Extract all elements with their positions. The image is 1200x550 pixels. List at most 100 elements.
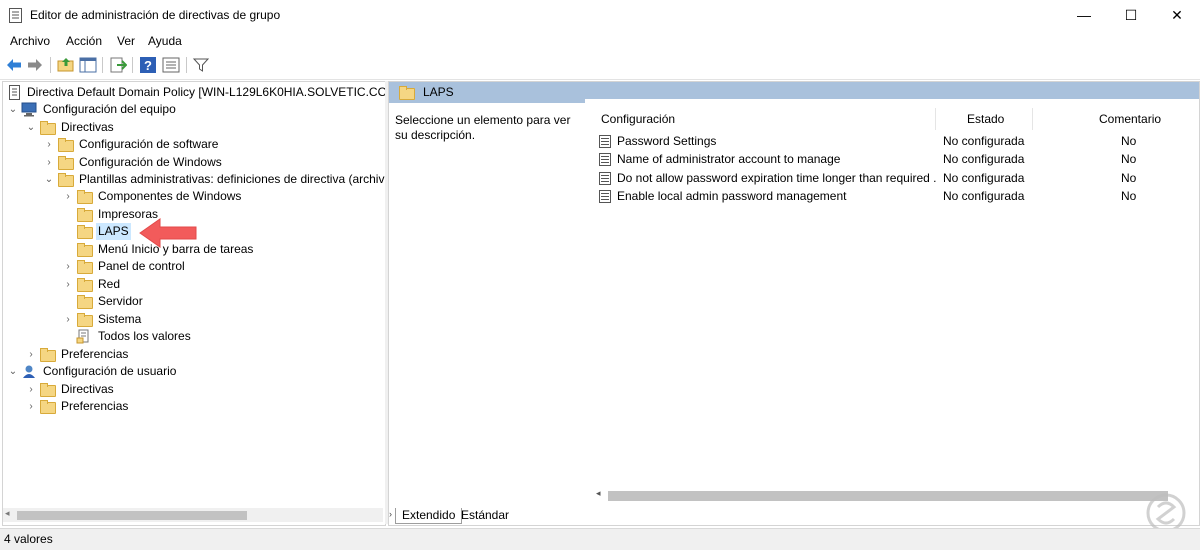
folder-icon (76, 312, 93, 327)
tree-node-label: Directiva Default Domain Policy [WIN-L12… (27, 85, 386, 99)
all-settings-icon (76, 329, 89, 344)
column-header-comment[interactable]: Comentario (1099, 112, 1161, 126)
tree-node-label: Preferencias (61, 347, 129, 361)
scroll-left-icon[interactable]: ◂ (596, 488, 601, 499)
tree-horizontal-scrollbar[interactable]: ◂ (3, 508, 383, 522)
tab-scroll-icon[interactable]: › (389, 509, 392, 519)
column-header-state[interactable]: Estado (967, 112, 1004, 126)
tree-node-software-config[interactable]: › Configuración de software (43, 136, 383, 153)
chevron-down-icon[interactable]: ⌄ (7, 363, 19, 380)
tree-node-user-config[interactable]: ⌄ Configuración de usuario (7, 363, 383, 380)
folder-icon (39, 347, 56, 362)
help-icon[interactable]: ? (139, 56, 157, 74)
setting-row[interactable]: Do not allow password expiration time lo… (599, 169, 1189, 188)
tree-node-policies[interactable]: ⌄ Directivas (25, 119, 383, 136)
scroll-left-icon[interactable]: ◂ (5, 508, 10, 519)
maximize-button[interactable]: ☐ (1108, 0, 1154, 31)
folder-icon (76, 259, 93, 274)
chevron-right-icon[interactable]: › (25, 398, 37, 415)
folder-icon (76, 242, 93, 257)
setting-row[interactable]: Enable local admin password management N… (599, 187, 1189, 206)
toolbar-separator (50, 57, 51, 73)
chevron-right-icon[interactable]: › (43, 154, 55, 171)
tree-node-system[interactable]: › Sistema (62, 311, 383, 328)
menu-ayuda[interactable]: Ayuda (148, 34, 182, 48)
menu-ver[interactable]: Ver (117, 34, 135, 48)
tree-node-laps[interactable]: LAPS (62, 223, 383, 240)
svg-text:?: ? (144, 58, 152, 73)
user-icon (23, 365, 35, 378)
setting-comment: No (1121, 152, 1137, 166)
tree-node-server[interactable]: Servidor (62, 293, 383, 310)
column-divider[interactable] (1032, 108, 1033, 130)
tree-node-label: Directivas (61, 120, 114, 134)
chevron-down-icon[interactable]: ⌄ (7, 101, 19, 118)
tree-node-label: Componentes de Windows (98, 189, 242, 203)
folder-icon (39, 382, 56, 397)
chevron-down-icon[interactable]: ⌄ (43, 171, 55, 188)
setting-state: No configurada (943, 189, 1025, 203)
menu-accion[interactable]: Acción (66, 34, 102, 48)
tab-standard[interactable]: Estándar (455, 508, 515, 523)
policy-document-icon (9, 85, 20, 100)
tree-node-label: Panel de control (98, 259, 185, 273)
setting-row[interactable]: Name of administrator account to manage … (599, 150, 1189, 169)
chevron-down-icon[interactable]: ⌄ (25, 119, 37, 136)
tree-node-admin-templates[interactable]: ⌄ Plantillas administrativas: definicion… (43, 171, 385, 188)
column-divider[interactable] (935, 108, 936, 130)
setting-state: No configurada (943, 152, 1025, 166)
folder-icon (39, 120, 56, 135)
policy-setting-icon (599, 172, 611, 185)
filter-icon[interactable] (192, 56, 210, 74)
tree-node-preferences[interactable]: › Preferencias (25, 346, 383, 363)
tree-node-user-preferences[interactable]: › Preferencias (25, 398, 383, 415)
tree-node-windows-config[interactable]: › Configuración de Windows (43, 154, 383, 171)
chevron-right-icon[interactable]: › (62, 188, 74, 205)
tree-node-label: Red (98, 277, 121, 291)
toolbar-separator (132, 57, 133, 73)
folder-icon (39, 399, 56, 414)
forward-icon[interactable] (26, 56, 44, 74)
tree-node-network[interactable]: › Red (62, 276, 383, 293)
policy-setting-icon (599, 190, 611, 203)
folder-icon (76, 294, 93, 309)
close-button[interactable]: ✕ (1154, 0, 1200, 31)
tree-node-root[interactable]: Directiva Default Domain Policy [WIN-L12… (5, 84, 386, 101)
tree-node-label: Configuración de usuario (43, 364, 177, 378)
chevron-right-icon[interactable]: › (62, 311, 74, 328)
chevron-right-icon[interactable]: › (62, 258, 74, 275)
minimize-button[interactable]: — (1061, 0, 1107, 31)
view-tabs: › Extendido Estándar (389, 506, 1199, 524)
back-icon[interactable] (5, 56, 23, 74)
scrollbar-thumb[interactable] (608, 491, 1168, 501)
tree-node-label: Servidor (98, 294, 143, 308)
details-horizontal-scrollbar[interactable]: ◂ (594, 488, 1196, 502)
scrollbar-thumb[interactable] (17, 511, 247, 520)
tab-extended[interactable]: Extendido (395, 508, 463, 524)
setting-comment: No (1121, 134, 1137, 148)
tree-node-printers[interactable]: Impresoras (62, 206, 383, 223)
chevron-right-icon[interactable]: › (25, 381, 37, 398)
up-folder-icon[interactable] (57, 56, 75, 74)
toolbar-separator (186, 57, 187, 73)
tree-node-windows-components[interactable]: › Componentes de Windows (62, 188, 383, 205)
status-text: 4 valores (4, 532, 53, 546)
column-header-setting[interactable]: Configuración (601, 112, 675, 126)
tree-node-all-values[interactable]: Todos los valores (62, 328, 383, 345)
chevron-right-icon[interactable]: › (62, 276, 74, 293)
tree-node-control-panel[interactable]: › Panel de control (62, 258, 383, 275)
export-list-icon[interactable] (109, 56, 127, 74)
title-bar: Editor de administración de directivas d… (0, 0, 1200, 31)
setting-row[interactable]: Password Settings No configurada No (599, 132, 1189, 151)
tree-node-label: Configuración de software (79, 137, 219, 151)
tree-node-computer-config[interactable]: ⌄ Configuración del equipo (7, 101, 383, 118)
properties-icon[interactable] (162, 56, 180, 74)
tree-node-start-menu[interactable]: Menú Inicio y barra de tareas (62, 241, 383, 258)
chevron-right-icon[interactable]: › (25, 346, 37, 363)
chevron-right-icon[interactable]: › (43, 136, 55, 153)
show-hide-tree-icon[interactable] (79, 56, 97, 74)
menu-archivo[interactable]: Archivo (10, 34, 50, 48)
tree-node-user-policies[interactable]: › Directivas (25, 381, 383, 398)
folder-icon (57, 172, 74, 187)
console-tree[interactable]: Directiva Default Domain Policy [WIN-L12… (2, 81, 386, 526)
